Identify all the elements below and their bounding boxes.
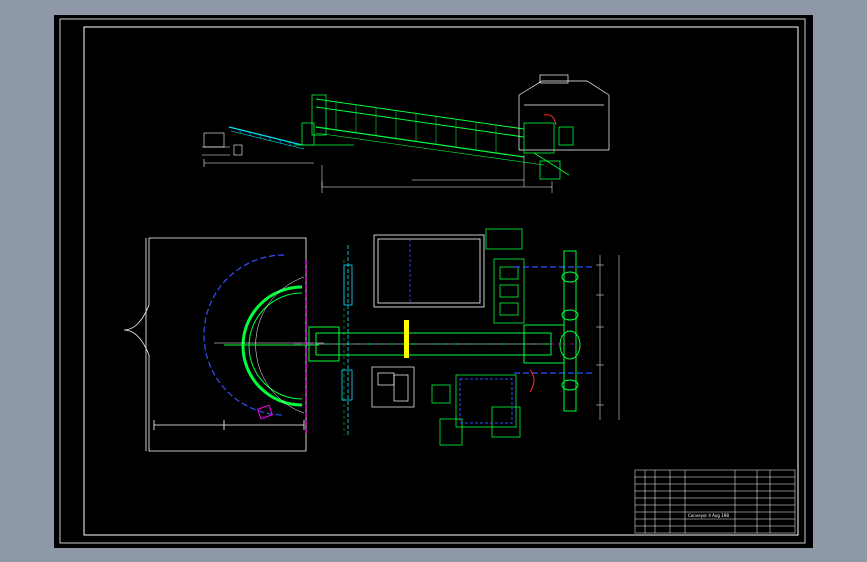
drawing-title: Conveyor 4 Aug 198 <box>688 513 729 518</box>
inner-frame <box>83 26 799 536</box>
title-block <box>634 469 796 534</box>
drawing-sheet: Conveyor 4 Aug 198 <box>54 15 813 548</box>
cad-drawing: Conveyor 4 Aug 198 <box>59 18 806 544</box>
yellow-marker <box>404 320 409 358</box>
outer-frame <box>59 18 806 544</box>
elevation-view <box>202 74 610 193</box>
building-elevation <box>518 74 610 151</box>
plan-view <box>123 228 620 452</box>
